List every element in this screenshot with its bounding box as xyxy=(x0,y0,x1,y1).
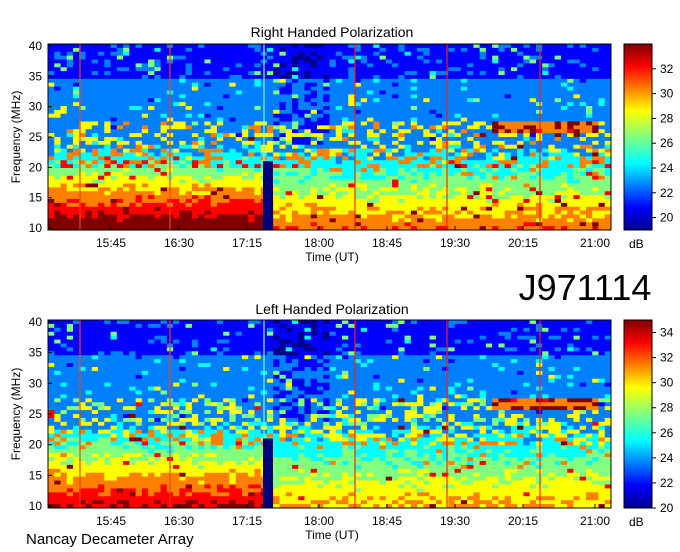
x-tick-label: 16:30 xyxy=(164,514,194,528)
top-colorbar-unit: dB xyxy=(629,237,644,251)
y-tick-label: 40 xyxy=(29,39,43,53)
colorbar-tick-label: 22 xyxy=(660,186,674,200)
top-spectrogram-plot xyxy=(48,44,612,231)
colorbar-tick-label: 26 xyxy=(660,426,674,440)
top-panel-title: Right Handed Polarization xyxy=(251,24,414,40)
colorbar-tick-label: 34 xyxy=(660,326,674,340)
x-tick-label: 17:15 xyxy=(232,236,262,250)
x-tick-label: 19:30 xyxy=(440,236,470,250)
colorbar-tick-label: 26 xyxy=(660,136,674,150)
bottom-colorbar xyxy=(623,319,653,509)
colorbar-tick-label: 22 xyxy=(660,476,674,490)
x-tick-label: 18:45 xyxy=(372,236,402,250)
colorbar-tick-label: 20 xyxy=(660,501,674,515)
bottom-y-axis-label: Frequency (MHz) xyxy=(9,368,23,461)
colorbar-tick-label: 20 xyxy=(660,211,674,225)
y-tick-label: 10 xyxy=(29,499,43,513)
x-tick-label: 15:45 xyxy=(96,514,126,528)
y-tick-label: 35 xyxy=(29,346,43,360)
bottom-colorbar-unit: dB xyxy=(629,515,644,529)
spectrogram-figure: Right Handed Polarization 10 15 20 25 30 35 40… xyxy=(9,24,674,548)
x-tick-label: 21:00 xyxy=(580,514,610,528)
x-tick-label: 18:00 xyxy=(304,514,334,528)
y-tick-label: 30 xyxy=(29,100,43,114)
y-tick-label: 15 xyxy=(29,191,43,205)
x-tick-label: 21:00 xyxy=(580,236,610,250)
top-colorbar-ticks: 20 22 24 26 28 30 32 xyxy=(652,62,674,225)
bottom-colorbar-ticks: 20 22 24 26 28 30 32 34 xyxy=(652,326,674,515)
bottom-spectrogram-plot xyxy=(48,320,612,509)
x-tick-label: 17:15 xyxy=(232,514,262,528)
x-tick-label: 15:45 xyxy=(96,236,126,250)
y-tick-label: 20 xyxy=(29,438,43,452)
y-tick-label: 20 xyxy=(29,160,43,174)
y-tick-label: 40 xyxy=(29,315,43,329)
colorbar-tick-label: 24 xyxy=(660,161,674,175)
x-tick-label: 16:30 xyxy=(164,236,194,250)
bottom-panel-title: Left Handed Polarization xyxy=(255,301,408,317)
colorbar-tick-label: 24 xyxy=(660,451,674,465)
event-label: J971114 xyxy=(519,267,652,308)
y-tick-label: 30 xyxy=(29,376,43,390)
colorbar-tick-label: 30 xyxy=(660,376,674,390)
x-tick-label: 19:30 xyxy=(440,514,470,528)
y-tick-label: 25 xyxy=(29,407,43,421)
y-tick-label: 25 xyxy=(29,130,43,144)
colorbar-tick-label: 32 xyxy=(660,62,674,76)
top-y-axis-label: Frequency (MHz) xyxy=(9,91,23,184)
colorbar-tick-label: 28 xyxy=(660,111,674,125)
top-x-axis-label: Time (UT) xyxy=(305,250,359,264)
colorbar-tick-label: 30 xyxy=(660,87,674,101)
colorbar-tick-label: 28 xyxy=(660,401,674,415)
colorbar-tick-label: 32 xyxy=(660,351,674,365)
y-tick-label: 15 xyxy=(29,468,43,482)
instrument-label: Nancay Decameter Array xyxy=(26,531,194,548)
x-tick-label: 18:45 xyxy=(372,514,402,528)
bottom-x-axis-label: Time (UT) xyxy=(305,528,359,542)
x-tick-label: 20:15 xyxy=(508,514,538,528)
x-tick-label: 18:00 xyxy=(304,236,334,250)
top-colorbar xyxy=(623,43,653,231)
x-tick-label: 20:15 xyxy=(508,236,538,250)
y-tick-label: 35 xyxy=(29,69,43,83)
y-tick-label: 10 xyxy=(29,221,43,235)
